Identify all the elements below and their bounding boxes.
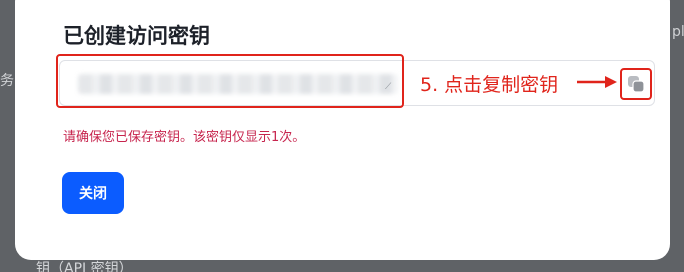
save-key-warning: 请确保您已保存密钥。该密钥仅显示1次。 [63, 130, 306, 145]
annotation-step-text: 5. 点击复制密钥 [420, 74, 559, 96]
arrow-right-icon [577, 76, 617, 88]
copy-key-button[interactable] [620, 68, 652, 100]
dialog-title: 已创建访问密钥 [63, 24, 210, 48]
annotation-highlight-key [56, 54, 404, 108]
background-fragment-left: 务 [0, 73, 14, 89]
close-button[interactable]: 关闭 [62, 172, 124, 214]
background-fragment-bottom: 钥（API 密钥） [36, 261, 133, 272]
copy-icon [628, 76, 645, 93]
background-fragment-right: ple [672, 24, 684, 40]
access-key-created-dialog: 已创建访问密钥 ⟋ 5. 点击复制密钥 请确保您已保存密钥。该密钥仅显示1次。 … [15, 0, 670, 260]
